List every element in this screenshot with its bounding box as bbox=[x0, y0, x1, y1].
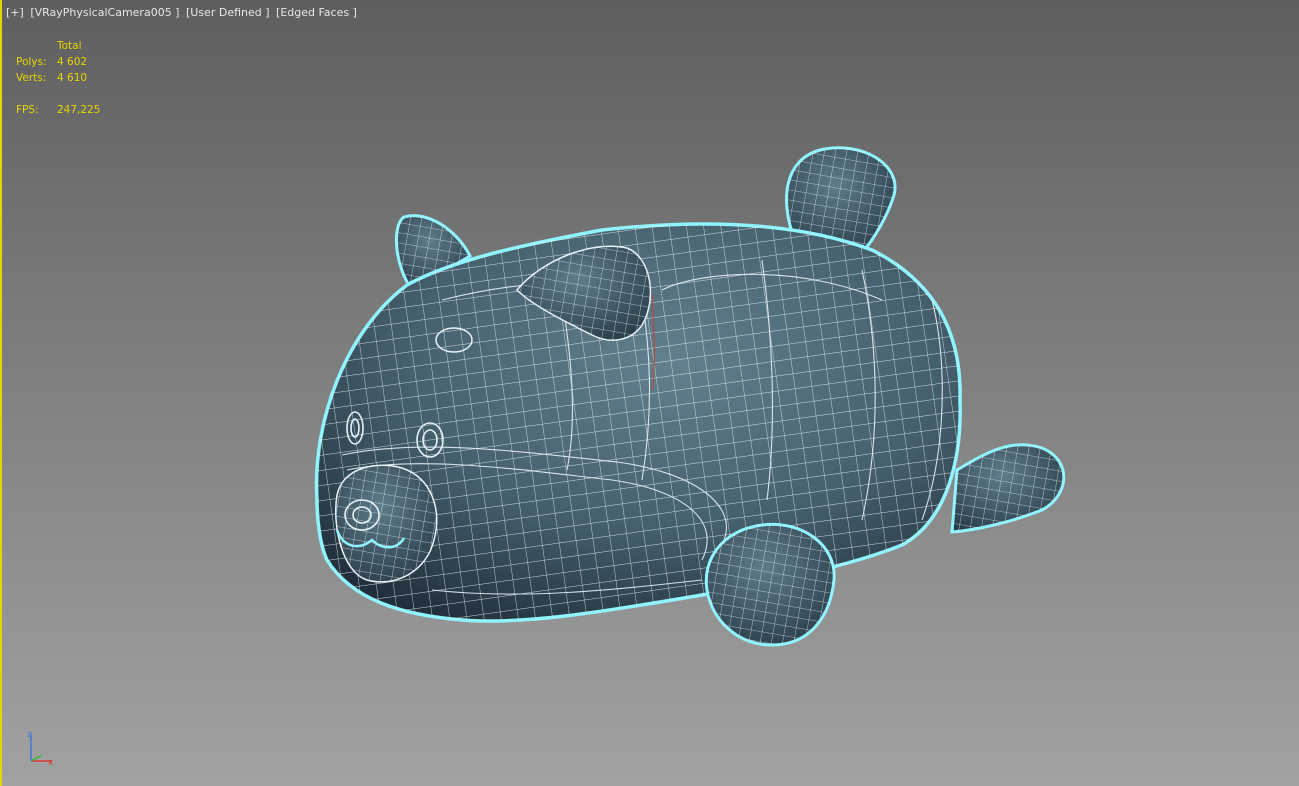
front-paw-mesh bbox=[704, 522, 836, 647]
tail-mesh bbox=[950, 443, 1066, 534]
muzzle-mesh bbox=[335, 464, 438, 583]
axis-gizmo: z x bbox=[24, 728, 58, 768]
gizmo-z-label: z bbox=[27, 730, 32, 740]
gizmo-x-label: x bbox=[48, 758, 54, 768]
bear-mesh-model[interactable] bbox=[2, 0, 1299, 786]
perspective-viewport[interactable]: [+] [VRayPhysicalCamera005 ] [User Defin… bbox=[0, 0, 1299, 786]
